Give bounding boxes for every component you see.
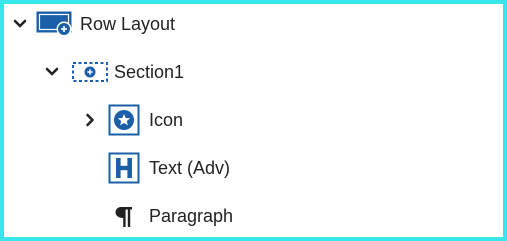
tree-item-label: Paragraph <box>149 206 234 226</box>
tree-item-label: Icon <box>149 110 184 130</box>
row-layout-icon <box>36 10 74 38</box>
tree-item-text-adv[interactable]: Text (Adv) <box>108 152 230 184</box>
chevron-down-icon[interactable] <box>44 64 60 80</box>
chevron-right-icon[interactable] <box>82 112 98 128</box>
tree-item-label: Section1 <box>114 62 185 82</box>
layer-tree: Row Layout Section1 Icon Text (Adv) Para… <box>0 0 507 241</box>
tree-item-paragraph[interactable]: Paragraph <box>108 200 233 232</box>
tree-item-row-layout[interactable]: Row Layout <box>12 8 175 40</box>
tree-item-icon[interactable]: Icon <box>82 104 183 136</box>
star-badge-icon <box>108 104 140 136</box>
tree-item-label: Row Layout <box>80 14 176 34</box>
tree-item-label: Text (Adv) <box>149 158 231 178</box>
pilcrow-icon <box>108 200 140 232</box>
tree-item-section1[interactable]: Section1 <box>44 56 184 88</box>
heading-h-icon <box>108 152 140 184</box>
chevron-down-icon[interactable] <box>12 16 28 32</box>
section-icon <box>72 61 108 83</box>
